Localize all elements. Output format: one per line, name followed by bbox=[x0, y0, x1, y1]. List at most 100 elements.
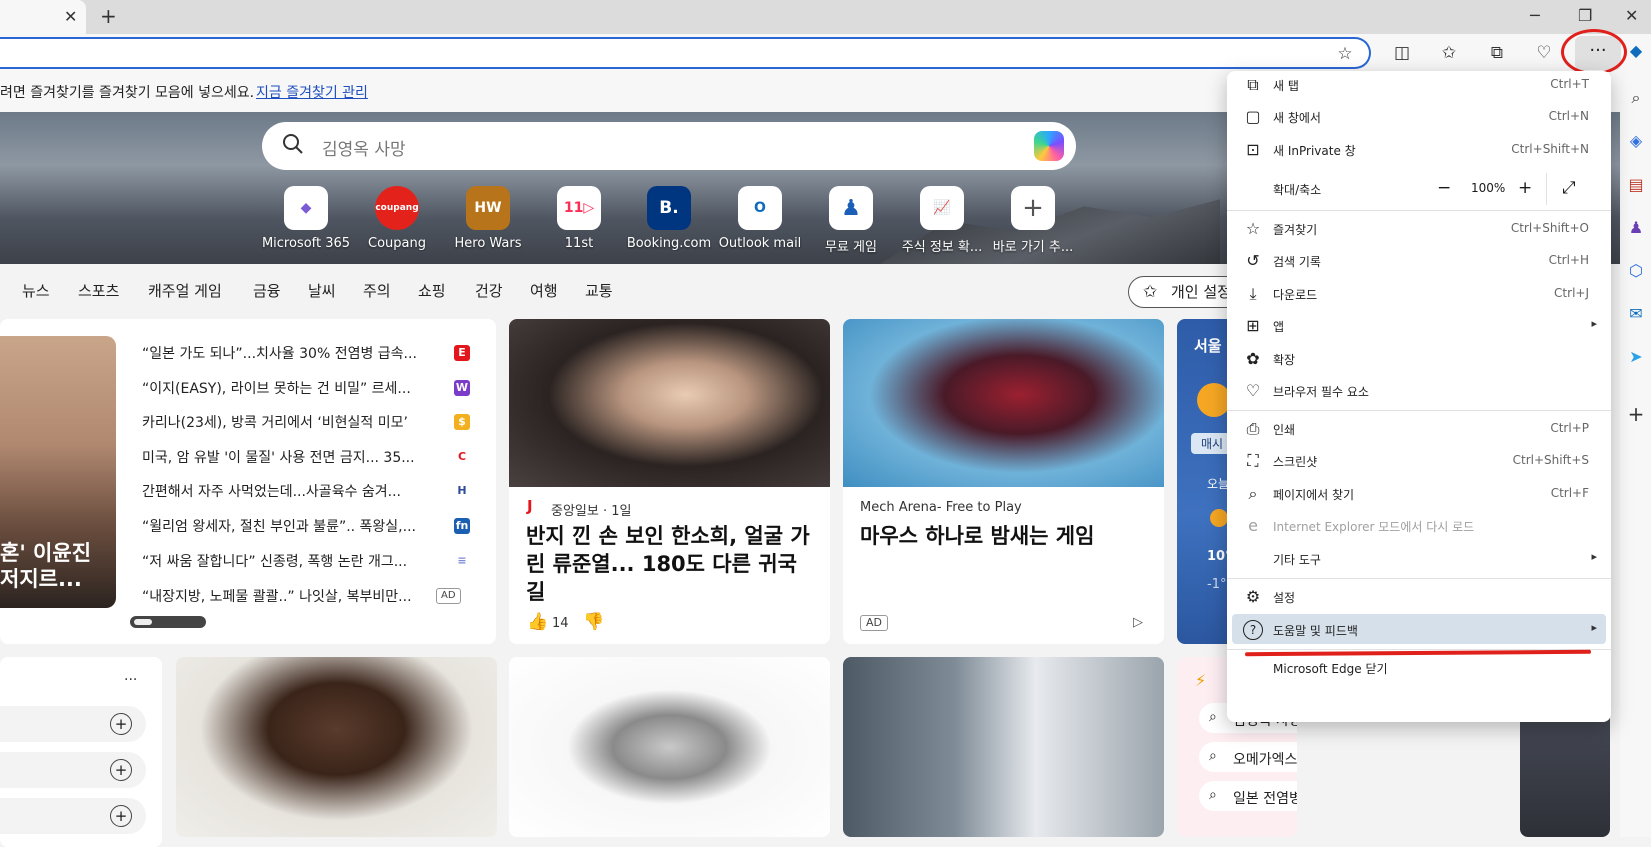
quick-link[interactable]: ♟ 무료 게임 bbox=[805, 186, 897, 255]
outlook-sidebar-icon[interactable]: ✉ bbox=[1625, 303, 1647, 325]
add-sidebar-app-icon[interactable]: + bbox=[1625, 403, 1647, 425]
article-title[interactable]: 반지 낀 손 보인 한소희, 얼굴 가린 류준열... 180도 다른 귀국길 bbox=[526, 522, 816, 606]
carousel-indicator[interactable] bbox=[130, 616, 206, 628]
news-headline[interactable]: “내장지방, 노페물 콸콸..” 나잇살, 복부비만... bbox=[142, 586, 432, 606]
copilot-icon[interactable] bbox=[1034, 131, 1064, 161]
trending-search-item[interactable]: ⌕ 일본 전염병 bbox=[1199, 781, 1297, 811]
quick-link[interactable]: ◆ Microsoft 365 bbox=[260, 186, 352, 251]
nav-item-health[interactable]: 건강 bbox=[475, 280, 503, 301]
article-image-portrait[interactable] bbox=[176, 657, 497, 837]
menu-item-settings[interactable]: ⚙ 설정 bbox=[1227, 581, 1611, 613]
news-headline[interactable]: 간편해서 자주 사먹었는데...사골육수 숨겨... bbox=[142, 481, 442, 501]
split-screen-icon[interactable]: ◫ bbox=[1391, 42, 1413, 64]
microsoft365-sidebar-icon[interactable]: ⬡ bbox=[1625, 260, 1647, 282]
nav-item-sports[interactable]: 스포츠 bbox=[78, 280, 119, 301]
article-source[interactable]: 중앙일보 · 1일 bbox=[551, 500, 631, 519]
interest-row[interactable]: + bbox=[0, 752, 146, 788]
menu-item-more-tools[interactable]: 기타 도구 ▸ bbox=[1227, 543, 1611, 575]
article-image[interactable] bbox=[509, 319, 830, 487]
tab-close-icon[interactable]: ✕ bbox=[64, 7, 77, 26]
nav-item-weather[interactable]: 날씨 bbox=[308, 280, 336, 301]
menu-item-new-tab[interactable]: ⧉ 새 탭 Ctrl+T bbox=[1227, 69, 1611, 101]
quick-link-label: 11st bbox=[564, 236, 594, 251]
menu-item-find-on-page[interactable]: ⌕ 페이지에서 찾기 Ctrl+F bbox=[1227, 478, 1611, 510]
new-tab-button[interactable]: + bbox=[100, 4, 117, 28]
menu-item-apps[interactable]: ⊞ 앱 ▸ bbox=[1227, 310, 1611, 342]
trending-search-item[interactable]: ⌕ 오메가엑스 bbox=[1199, 742, 1297, 772]
menu-item-downloads[interactable]: ⤓ 다운로드 Ctrl+J bbox=[1227, 278, 1611, 310]
game-ad-card[interactable]: Mech Arena- Free to Play 마우스 하나로 밤새는 게임 … bbox=[843, 319, 1164, 644]
article-image-rings[interactable] bbox=[509, 657, 830, 837]
article-image-hospital[interactable] bbox=[843, 657, 1164, 837]
nav-item-alerts[interactable]: 주의 bbox=[363, 280, 391, 301]
add-interest-icon[interactable]: + bbox=[110, 759, 132, 781]
like-icon[interactable]: 👍 bbox=[527, 612, 548, 632]
game-ad-title[interactable]: 마우스 하나로 밤새는 게임 bbox=[860, 522, 1150, 550]
news-headline[interactable]: “일본 가도 되나”...치사율 30% 전염병 급속... bbox=[142, 343, 442, 363]
nav-item-traffic[interactable]: 교통 bbox=[585, 280, 613, 301]
restore-button[interactable]: ❐ bbox=[1578, 6, 1592, 25]
news-headline[interactable]: “이지(EASY), 라이브 못하는 건 비밀” 르세... bbox=[142, 378, 442, 398]
manage-favorites-link[interactable]: 지금 즐겨찾기 관리 bbox=[256, 82, 368, 102]
menu-item-ie-mode: e Internet Explorer 모드에서 다시 로드 bbox=[1227, 510, 1611, 542]
quick-link[interactable]: 📈 주식 정보 확... bbox=[896, 186, 988, 255]
article-card[interactable]: J 중앙일보 · 1일 반지 낀 손 보인 한소희, 얼굴 가린 류준열... … bbox=[509, 319, 830, 644]
news-headline[interactable]: 미국, 암 유발 '이 물질' 사용 전면 금지... 35... bbox=[142, 447, 442, 467]
menu-item-zoom: 확대/축소 − 100% + ⤢ bbox=[1227, 173, 1611, 205]
headline-overlay-title[interactable]: 혼' 이윤진 저지르... bbox=[0, 540, 91, 592]
search-box[interactable]: 김영옥 사망 bbox=[262, 122, 1076, 170]
drop-icon[interactable]: ➤ bbox=[1625, 346, 1647, 368]
browser-tab[interactable]: ✕ bbox=[0, 0, 86, 34]
copilot-sidebar-icon[interactable]: ◆ bbox=[1625, 40, 1647, 62]
add-interest-icon[interactable]: + bbox=[110, 805, 132, 827]
menu-item-history[interactable]: ↺ 검색 기록 Ctrl+H bbox=[1227, 245, 1611, 277]
weather-city[interactable]: 서울 bbox=[1194, 335, 1222, 356]
news-headline[interactable]: “저 싸움 잘합니다” 신종령, 폭행 논란 개그... bbox=[142, 551, 442, 571]
minimize-button[interactable]: ─ bbox=[1530, 6, 1540, 25]
nav-item-finance[interactable]: 금융 bbox=[253, 280, 281, 301]
menu-item-help-feedback[interactable]: ? 도움말 및 피드백 ▸ bbox=[1227, 614, 1611, 646]
tools-icon[interactable]: ▤ bbox=[1625, 174, 1647, 196]
shopping-tag-icon[interactable]: ◈ bbox=[1625, 130, 1647, 152]
close-window-button[interactable]: ✕ bbox=[1625, 6, 1638, 25]
game-ad-source[interactable]: Mech Arena- Free to Play bbox=[860, 500, 1022, 515]
menu-item-browser-essentials[interactable]: ♡ 브라우저 필수 요소 bbox=[1227, 375, 1611, 407]
ad-choices-icon[interactable]: ▷ bbox=[1133, 615, 1143, 630]
news-headline[interactable]: “윌리엄 왕세자, 절친 부인과 불륜”.. 폭왕실,... bbox=[142, 516, 442, 536]
nav-item-casual-games[interactable]: 캐주얼 게임 bbox=[148, 280, 222, 301]
menu-item-screenshot[interactable]: ⛶ 스크린샷 Ctrl+Shift+S bbox=[1227, 445, 1611, 477]
zoom-out-button[interactable]: − bbox=[1437, 178, 1451, 198]
collections-icon[interactable]: ⧉ bbox=[1486, 42, 1508, 64]
search-input[interactable]: 김영옥 사망 bbox=[322, 135, 406, 160]
nav-item-travel[interactable]: 여행 bbox=[530, 280, 558, 301]
quick-link[interactable]: B. Booking.com bbox=[623, 186, 715, 251]
game-ad-image[interactable] bbox=[843, 319, 1164, 487]
add-interest-icon[interactable]: + bbox=[110, 713, 132, 735]
more-options-icon[interactable]: ··· bbox=[124, 672, 137, 688]
nav-item-shopping[interactable]: 쇼핑 bbox=[418, 280, 446, 301]
quick-link[interactable]: O Outlook mail bbox=[714, 186, 806, 251]
interest-row[interactable]: + bbox=[0, 706, 146, 742]
menu-item-close-edge[interactable]: Microsoft Edge 닫기 bbox=[1227, 652, 1611, 684]
address-bar[interactable]: ☆ bbox=[0, 37, 1371, 69]
fullscreen-icon[interactable]: ⤢ bbox=[1562, 178, 1576, 198]
news-headline[interactable]: 카리나(23세), 방콕 거리에서 ‘비현실적 미모’ bbox=[142, 412, 442, 432]
quick-link[interactable]: HW Hero Wars bbox=[442, 186, 534, 251]
favorites-icon[interactable]: ✩ bbox=[1438, 42, 1460, 64]
menu-item-print[interactable]: ⎙ 인쇄 Ctrl+P bbox=[1227, 413, 1611, 445]
zoom-in-button[interactable]: + bbox=[1518, 178, 1532, 198]
nav-item-news[interactable]: 뉴스 bbox=[22, 280, 50, 301]
favorite-star-icon[interactable]: ☆ bbox=[1334, 43, 1356, 65]
interest-row[interactable]: + bbox=[0, 798, 146, 834]
menu-item-new-window[interactable]: ▢ 새 창에서 Ctrl+N bbox=[1227, 101, 1611, 133]
quick-link[interactable]: coupang Coupang bbox=[351, 186, 443, 251]
menu-item-favorites[interactable]: ☆ 즐겨찾기 Ctrl+Shift+O bbox=[1227, 213, 1611, 245]
menu-item-new-inprivate[interactable]: ⊡ 새 InPrivate 창 Ctrl+Shift+N bbox=[1227, 134, 1611, 166]
games-icon[interactable]: ♟ bbox=[1625, 217, 1647, 239]
dislike-icon[interactable]: 👎 bbox=[583, 612, 604, 632]
quick-link[interactable]: 11▷ 11st bbox=[533, 186, 625, 251]
menu-item-extensions[interactable]: ✿ 확장 bbox=[1227, 343, 1611, 375]
add-shortcut[interactable]: + 바로 가기 추... bbox=[987, 186, 1079, 255]
search-sidebar-icon[interactable]: ⌕ bbox=[1625, 87, 1647, 109]
browser-essentials-icon[interactable]: ♡ bbox=[1533, 42, 1555, 64]
